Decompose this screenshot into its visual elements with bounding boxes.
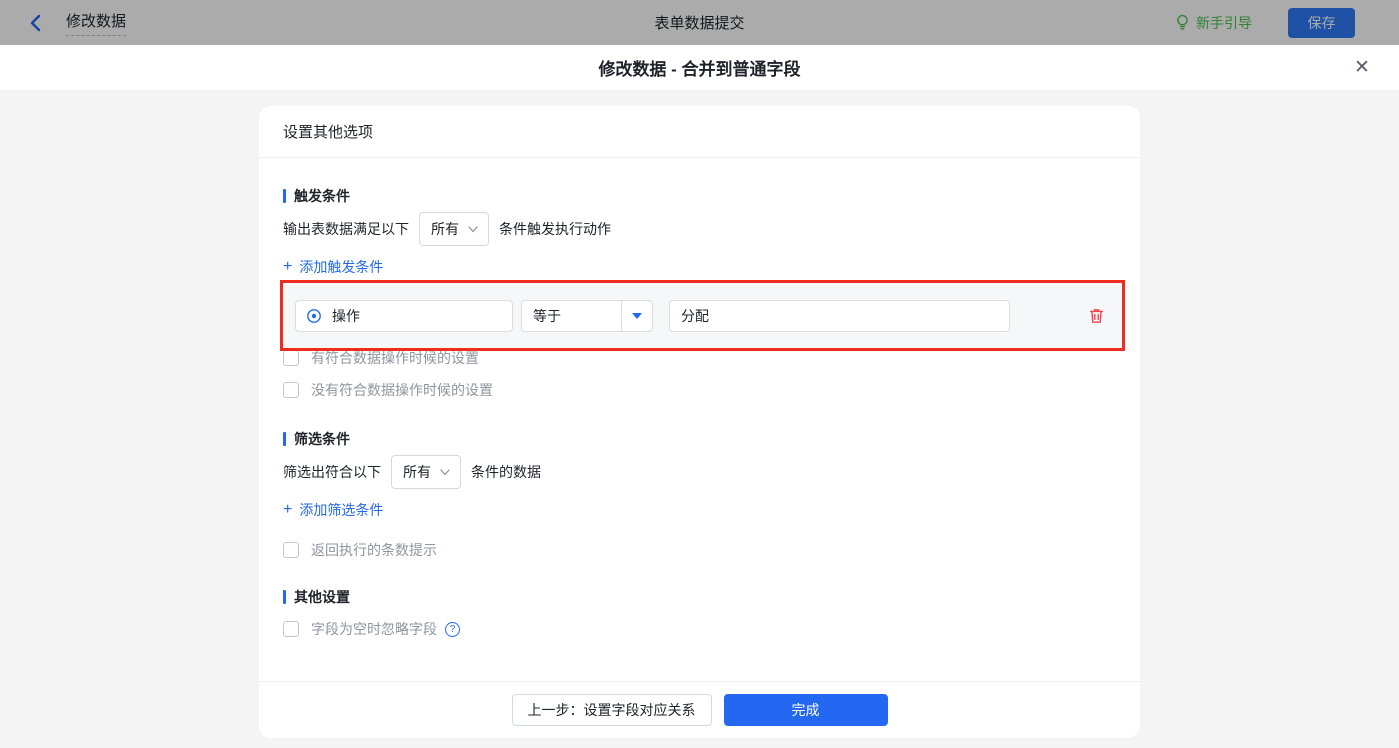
condition-operator-select[interactable]: 等于 [521, 300, 653, 332]
trigger-sentence-suffix: 条件触发执行动作 [499, 219, 611, 239]
newbie-guide-label: 新手引导 [1196, 13, 1252, 33]
close-icon[interactable]: ✕ [1349, 55, 1375, 81]
newbie-guide-link[interactable]: 新手引导 [1175, 13, 1252, 33]
triangle-down-icon [632, 313, 642, 319]
checkbox-has-match-setting[interactable]: 有符合数据操作时候的设置 [283, 348, 1116, 368]
section-accent-bar [283, 432, 286, 446]
save-button[interactable]: 保存 [1288, 8, 1355, 38]
done-button[interactable]: 完成 [724, 694, 888, 726]
plus-icon: + [283, 259, 292, 275]
radio-dot-icon [306, 308, 322, 324]
lightbulb-icon [1175, 14, 1190, 31]
trash-icon [1088, 307, 1105, 325]
help-question-icon[interactable]: ? [445, 622, 460, 637]
other-section-title: 其他设置 [283, 589, 1116, 605]
add-filter-condition-link[interactable]: + 添加筛选条件 [283, 502, 383, 518]
checkbox-no-match-setting[interactable]: 没有符合数据操作时候的设置 [283, 380, 1116, 400]
condition-field-input[interactable]: 操作 [295, 300, 513, 332]
checkbox-icon[interactable] [283, 350, 299, 366]
filter-sentence-suffix: 条件的数据 [471, 462, 541, 482]
trigger-sentence-prefix: 输出表数据满足以下 [283, 219, 409, 239]
condition-row: 操作 等于 分配 [283, 283, 1122, 348]
section-accent-bar [283, 590, 286, 604]
condition-value-input[interactable]: 分配 [669, 300, 1010, 332]
trigger-section-title: 触发条件 [283, 188, 1116, 204]
back-chevron-icon[interactable] [26, 14, 44, 32]
chevron-down-icon [467, 223, 479, 235]
trigger-condition-sentence: 输出表数据满足以下 所有 条件触发执行动作 [283, 212, 1116, 246]
panel-content: 触发条件 输出表数据满足以下 所有 条件触发执行动作 + 添加触发条件 [259, 158, 1140, 681]
add-trigger-condition-link[interactable]: + 添加触发条件 [283, 259, 383, 275]
modal-body: 设置其他选项 触发条件 输出表数据满足以下 所有 条件触发执行动作 [0, 91, 1399, 748]
trigger-match-mode-select[interactable]: 所有 [419, 212, 489, 246]
delete-condition-button[interactable] [1086, 306, 1106, 326]
panel-header-label: 设置其他选项 [283, 121, 373, 142]
panel-footer: 上一步：设置字段对应关系 完成 [259, 681, 1140, 738]
filter-section-title: 筛选条件 [283, 431, 1116, 447]
section-accent-bar [283, 189, 286, 203]
previous-step-button[interactable]: 上一步：设置字段对应关系 [512, 694, 712, 726]
checkbox-icon[interactable] [283, 542, 299, 558]
checkbox-icon[interactable] [283, 621, 299, 637]
options-panel: 设置其他选项 触发条件 输出表数据满足以下 所有 条件触发执行动作 [259, 106, 1140, 738]
flow-title[interactable]: 修改数据 [66, 10, 126, 36]
modal-header: 修改数据 - 合并到普通字段 ✕ [0, 45, 1399, 91]
top-bar: 修改数据 表单数据提交 新手引导 保存 [0, 0, 1399, 45]
checkbox-icon[interactable] [283, 382, 299, 398]
plus-icon: + [283, 502, 292, 518]
checkbox-ignore-empty-field[interactable]: 字段为空时忽略字段 ? [283, 619, 1116, 639]
panel-header: 设置其他选项 [259, 106, 1140, 158]
filter-condition-sentence: 筛选出符合以下 所有 条件的数据 [283, 455, 1116, 489]
chevron-down-icon [439, 466, 451, 478]
operator-caret[interactable] [621, 301, 652, 331]
annotation-highlight-box: 操作 等于 分配 [280, 280, 1125, 351]
checkbox-count-tip[interactable]: 返回执行的条数提示 [283, 540, 1116, 560]
filter-sentence-prefix: 筛选出符合以下 [283, 462, 381, 482]
modal-title: 修改数据 - 合并到普通字段 [598, 55, 800, 80]
filter-match-mode-select[interactable]: 所有 [391, 455, 461, 489]
